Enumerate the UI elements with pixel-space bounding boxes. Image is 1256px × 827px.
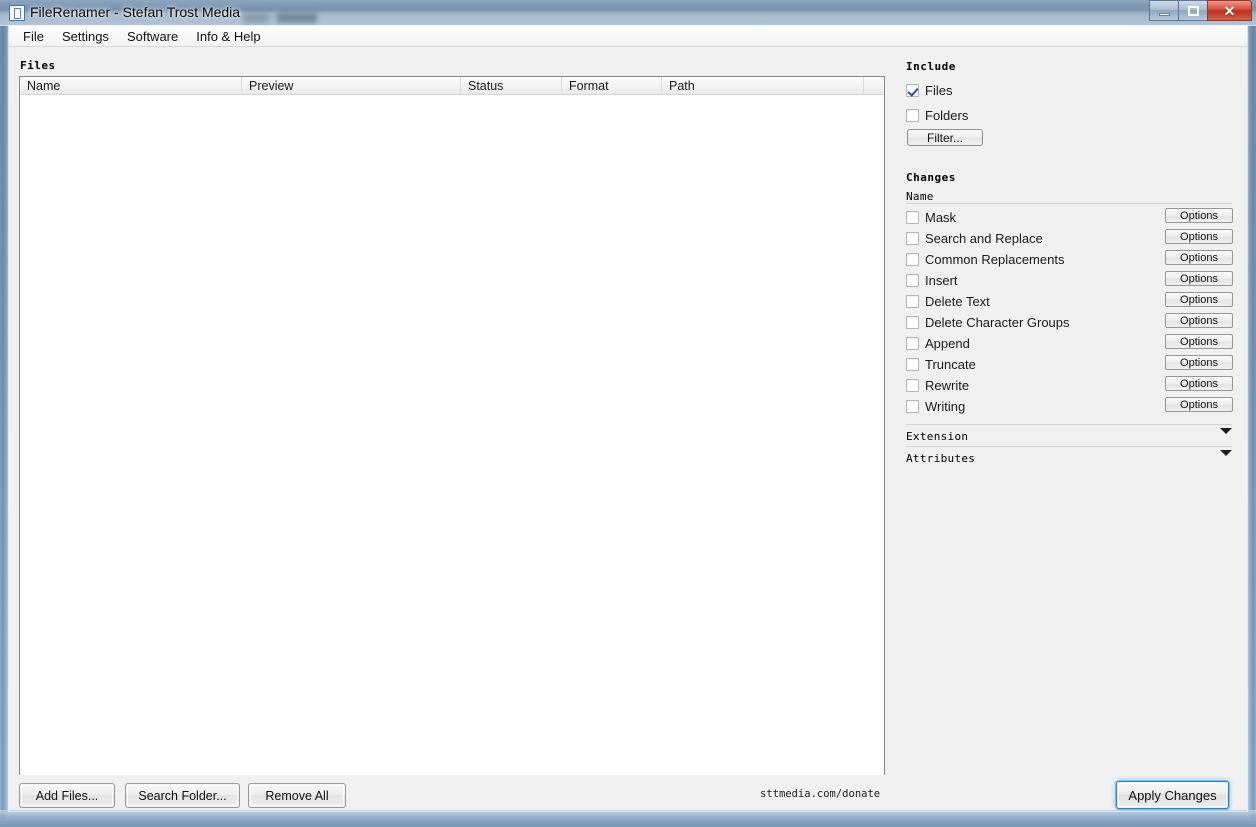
options-button-writing[interactable]: Options (1165, 397, 1233, 412)
menu-bar: File Settings Software Info & Help (9, 26, 1247, 47)
files-section-label: Files (20, 59, 56, 72)
checkbox-insert-icon[interactable] (906, 274, 919, 287)
application-window: FileRenamer - Stefan Trost Media ✕ File … (0, 0, 1256, 827)
window-frame-bottom (0, 810, 1256, 827)
apply-changes-button[interactable]: Apply Changes (1116, 781, 1229, 809)
app-document-icon (9, 5, 25, 21)
maximize-icon (1188, 6, 1199, 16)
change-label-common-replacements: Common Replacements (925, 252, 1064, 267)
change-label-insert: Insert (925, 273, 958, 288)
change-label-rewrite: Rewrite (925, 378, 969, 393)
options-button-delete-character-groups[interactable]: Options (1165, 313, 1233, 328)
group-label-extension: Extension (906, 430, 968, 443)
search-folder-button[interactable]: Search Folder... (125, 783, 240, 808)
remove-all-button[interactable]: Remove All (248, 783, 346, 808)
change-label-search-and-replace: Search and Replace (925, 231, 1043, 246)
column-header-status[interactable]: Status (461, 77, 562, 95)
change-row-common-replacements[interactable]: Common Replacements (906, 250, 1064, 268)
files-list-body[interactable] (20, 95, 884, 775)
window-title: FileRenamer - Stefan Trost Media (30, 4, 240, 20)
checkbox-delete-character-groups-icon[interactable] (906, 316, 919, 329)
files-list-header: Name Preview Status Format Path (20, 77, 884, 95)
group-divider-extension (906, 424, 1232, 425)
group-row-name[interactable]: Name (906, 189, 1232, 207)
group-divider-attributes (906, 446, 1232, 447)
checkbox-append-icon[interactable] (906, 337, 919, 350)
menu-item-software[interactable]: Software (119, 27, 186, 46)
column-header-path[interactable]: Path (662, 77, 864, 95)
title-bar[interactable]: FileRenamer - Stefan Trost Media ✕ (0, 0, 1256, 26)
checkbox-delete-text-icon[interactable] (906, 295, 919, 308)
menu-item-file[interactable]: File (15, 27, 52, 46)
close-icon: ✕ (1208, 3, 1251, 20)
minimize-icon (1159, 13, 1170, 16)
options-button-truncate[interactable]: Options (1165, 355, 1233, 370)
add-files-button[interactable]: Add Files... (19, 783, 115, 808)
checkbox-truncate-icon[interactable] (906, 358, 919, 371)
column-header-preview[interactable]: Preview (242, 77, 461, 95)
options-button-mask[interactable]: Options (1165, 208, 1233, 223)
caret-down-icon-attributes[interactable] (1220, 456, 1232, 474)
window-controls: ✕ (1149, 0, 1252, 21)
change-row-mask[interactable]: Mask (906, 208, 956, 226)
checkbox-files-icon[interactable] (906, 84, 919, 97)
change-label-delete-text: Delete Text (925, 294, 990, 309)
minimize-button[interactable] (1149, 0, 1178, 21)
filter-button[interactable]: Filter... (907, 129, 983, 146)
checkbox-search-and-replace-icon[interactable] (906, 232, 919, 245)
include-checkbox-folders[interactable]: Folders (906, 106, 968, 124)
checkbox-folders-icon[interactable] (906, 109, 919, 122)
files-list[interactable]: Name Preview Status Format Path (19, 76, 885, 775)
window-frame-right (1247, 26, 1256, 819)
checkbox-rewrite-icon[interactable] (906, 379, 919, 392)
group-row-extension[interactable]: Extension (906, 429, 1232, 447)
group-label-name: Name (906, 190, 934, 203)
options-button-rewrite[interactable]: Options (1165, 376, 1233, 391)
maximize-button[interactable] (1178, 0, 1207, 21)
options-button-common-replacements[interactable]: Options (1165, 250, 1233, 265)
options-button-delete-text[interactable]: Options (1165, 292, 1233, 307)
donate-link[interactable]: sttmedia.com/donate (760, 788, 880, 800)
options-button-append[interactable]: Options (1165, 334, 1233, 349)
change-row-insert[interactable]: Insert (906, 271, 958, 289)
change-label-append: Append (925, 336, 970, 351)
menu-item-info-help[interactable]: Info & Help (188, 27, 268, 46)
options-button-insert[interactable]: Options (1165, 271, 1233, 286)
checkbox-writing-icon[interactable] (906, 400, 919, 413)
change-row-search-and-replace[interactable]: Search and Replace (906, 229, 1043, 247)
change-row-truncate[interactable]: Truncate (906, 355, 976, 373)
include-files-label: Files (925, 83, 952, 98)
change-label-delete-character-groups: Delete Character Groups (925, 315, 1070, 330)
change-row-append[interactable]: Append (906, 334, 970, 352)
include-folders-label: Folders (925, 108, 968, 123)
change-label-mask: Mask (925, 210, 956, 225)
checkbox-mask-icon[interactable] (906, 211, 919, 224)
change-label-writing: Writing (925, 399, 965, 414)
menu-item-settings[interactable]: Settings (54, 27, 117, 46)
changes-heading: Changes (906, 171, 956, 184)
group-label-attributes: Attributes (906, 452, 975, 465)
column-header-format[interactable]: Format (562, 77, 662, 95)
include-checkbox-files[interactable]: Files (906, 81, 952, 99)
include-heading: Include (906, 60, 956, 73)
close-button[interactable]: ✕ (1207, 0, 1252, 21)
group-divider-name (906, 203, 1232, 204)
checkbox-common-replacements-icon[interactable] (906, 253, 919, 266)
change-row-writing[interactable]: Writing (906, 397, 965, 415)
change-row-delete-character-groups[interactable]: Delete Character Groups (906, 313, 1070, 331)
window-frame-left (0, 26, 9, 819)
change-row-rewrite[interactable]: Rewrite (906, 376, 969, 394)
column-header-name[interactable]: Name (20, 77, 242, 95)
group-row-attributes[interactable]: Attributes (906, 451, 1232, 469)
change-label-truncate: Truncate (925, 357, 976, 372)
column-header-extra[interactable] (864, 77, 884, 95)
change-row-delete-text[interactable]: Delete Text (906, 292, 990, 310)
options-button-search-and-replace[interactable]: Options (1165, 229, 1233, 244)
